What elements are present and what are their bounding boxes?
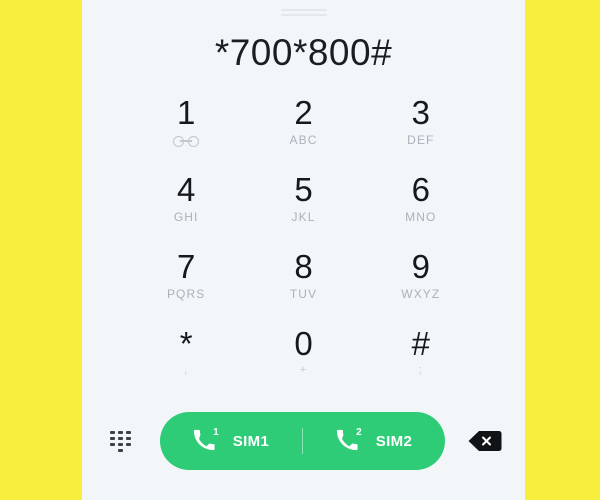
- dialpad-key-sublabel: ;: [418, 363, 423, 376]
- dialpad-key-7[interactable]: 7 PQRS: [128, 248, 245, 327]
- dialpad-key-sublabel: ,: [184, 363, 189, 376]
- phone-handset-icon: 1: [193, 427, 219, 453]
- dialpad-key-digit: 7: [176, 248, 196, 285]
- dialpad-key-sublabel: ABC: [289, 132, 318, 147]
- dialpad-key-star[interactable]: *,: [128, 325, 245, 404]
- dialpad-key-6[interactable]: 6 MNO: [362, 171, 479, 250]
- dialpad-key-digit: 8: [294, 248, 313, 285]
- dialed-number-display[interactable]: *700*800#: [215, 34, 392, 74]
- drag-handle[interactable]: [280, 9, 327, 16]
- dialpad-key-sublabel: GHI: [173, 209, 199, 224]
- dialpad-key-0[interactable]: 0 +: [245, 325, 362, 404]
- sim2-badge: 2: [356, 427, 362, 438]
- dialpad-icon[interactable]: [104, 424, 138, 458]
- dialpad-key-digit: 1: [176, 94, 196, 131]
- sim1-label: SIM1: [232, 432, 270, 450]
- dialpad-key-sublabel: DEF: [407, 132, 435, 147]
- dialpad-key-sublabel: PQRS: [166, 286, 206, 301]
- dialpad-key-digit: 2: [294, 94, 313, 131]
- dialer-panel: *700*800# 1 2 ABC 3 DEF 4 GHI 5 JKL 6 MNO 7 PQRS 8 TUV…: [82, 0, 525, 500]
- screen: *700*800# 1 2 ABC 3 DEF 4 GHI 5 JKL 6 MNO 7 PQRS 8 TUV…: [0, 0, 600, 500]
- backspace-icon[interactable]: [467, 428, 503, 454]
- dialpad-key-3[interactable]: 3 DEF: [362, 94, 479, 173]
- dialpad-key-digit: *: [179, 325, 193, 362]
- dialpad-key-digit: 0: [294, 325, 313, 362]
- dialpad-key-digit: 9: [411, 248, 430, 285]
- dialpad: 1 2 ABC 3 DEF 4 GHI 5 JKL 6 MNO 7 PQRS 8 TUV 9 WXYZ *, 0 + #…: [128, 94, 480, 404]
- voicemail-icon: [173, 135, 200, 147]
- letterbox-band-left: [0, 0, 82, 500]
- dialpad-key-5[interactable]: 5 JKL: [245, 171, 362, 250]
- action-bar: 1 SIM1 2 SIM2: [82, 412, 525, 470]
- sim2-label: SIM2: [375, 432, 413, 450]
- dialpad-key-1[interactable]: 1: [128, 94, 245, 173]
- dialpad-key-digit: 5: [294, 171, 313, 208]
- dialpad-key-hash[interactable]: #;: [362, 325, 479, 404]
- call-sim1-button[interactable]: 1 SIM1: [160, 412, 302, 470]
- dialpad-key-digit: 6: [411, 171, 430, 208]
- dialpad-key-8[interactable]: 8 TUV: [245, 248, 362, 327]
- dialpad-key-4[interactable]: 4 GHI: [128, 171, 245, 250]
- dialpad-key-9[interactable]: 9 WXYZ: [362, 248, 479, 327]
- dialpad-key-sublabel: WXYZ: [401, 286, 441, 301]
- dialpad-key-sublabel: MNO: [405, 209, 437, 224]
- letterbox-band-right: [525, 0, 600, 500]
- dialpad-key-digit: 4: [176, 171, 196, 208]
- sim1-badge: 1: [213, 427, 219, 438]
- phone-handset-icon: 2: [336, 427, 362, 453]
- dialpad-key-sublabel: TUV: [289, 286, 318, 301]
- dialpad-key-digit: 3: [411, 94, 430, 131]
- drag-handle-bar: [280, 9, 327, 11]
- dialpad-key-sublabel: +: [299, 363, 308, 376]
- drag-handle-bar: [280, 14, 327, 16]
- call-button-group: 1 SIM1 2 SIM2: [160, 412, 445, 470]
- dialpad-key-sublabel: JKL: [291, 209, 316, 224]
- call-sim2-button[interactable]: 2 SIM2: [303, 412, 445, 470]
- dialpad-key-2[interactable]: 2 ABC: [245, 94, 362, 173]
- dialpad-key-digit: #: [411, 325, 430, 362]
